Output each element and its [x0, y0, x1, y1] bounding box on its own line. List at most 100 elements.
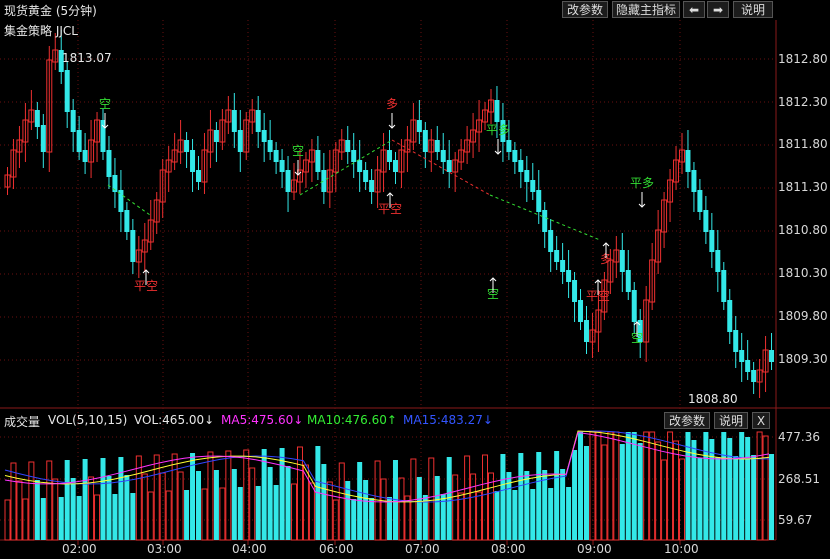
candle-body	[619, 250, 625, 272]
y-axis-label: 1812.80	[778, 52, 828, 66]
candle-body	[703, 210, 709, 232]
candle-body	[745, 360, 751, 372]
volume-bar	[703, 432, 709, 540]
volume-bar	[118, 457, 124, 540]
volume-bar	[691, 440, 697, 540]
volume-bar	[201, 488, 208, 541]
volume-bar	[219, 487, 226, 541]
y-axis-label: 1811.30	[778, 180, 828, 194]
volume-bar	[196, 471, 202, 540]
candle-body	[548, 230, 554, 252]
trade-signal-label: 空	[99, 97, 111, 111]
volume-bar	[285, 466, 291, 540]
volume-bar	[34, 480, 40, 540]
volume-bar	[40, 498, 46, 540]
candle-body	[184, 140, 190, 152]
volume-bar	[715, 457, 721, 540]
candle-body	[369, 180, 375, 192]
candle-body	[255, 110, 261, 132]
volume-bar	[494, 491, 500, 540]
candle-body	[691, 170, 697, 192]
volume-bar	[267, 467, 273, 540]
volume-bar	[165, 490, 172, 541]
ma15-value: MA15:483.27↓	[403, 413, 493, 427]
volume-bar	[578, 432, 584, 540]
x-axis-label: 10:00	[664, 542, 699, 556]
candle-body	[345, 140, 351, 152]
candle-body	[363, 170, 369, 182]
volume-bar	[291, 483, 298, 541]
price-chart[interactable]: 空平空空平空多平多空 平空多平多空	[0, 0, 830, 559]
candle-body	[40, 125, 46, 152]
volume-bar	[601, 444, 608, 541]
volume-bar	[332, 499, 339, 541]
volume-bar	[28, 461, 35, 541]
candle-body	[769, 350, 775, 362]
volume-bar	[678, 458, 685, 541]
candle-body	[196, 170, 202, 182]
volume-modify-params-button[interactable]: 改参数	[664, 412, 710, 429]
candle-body	[721, 270, 727, 302]
candle-body	[530, 180, 536, 192]
volume-close-button[interactable]: X	[752, 412, 770, 429]
volume-bar	[518, 453, 524, 540]
volume-bar	[207, 451, 214, 541]
volume-bar	[308, 482, 315, 541]
candle-body	[130, 230, 136, 262]
volume-bar	[243, 449, 250, 541]
candle-body	[76, 130, 82, 152]
volume-help-button[interactable]: 说明	[714, 412, 748, 429]
volume-panel-header: 成交量 VOL(5,10,15) VOL:465.00↓ MA5:475.60↓…	[0, 411, 776, 429]
candle-body	[321, 170, 327, 192]
candle-body	[213, 130, 219, 142]
volume-bar	[112, 494, 118, 540]
volume-bar	[727, 438, 733, 540]
volume-bar	[745, 437, 751, 540]
candle-body	[422, 130, 428, 152]
volume-bar	[16, 480, 23, 541]
x-axis-label: 02:00	[62, 542, 97, 556]
volume-bar	[458, 492, 465, 541]
volume-bar	[530, 489, 536, 540]
volume-bar	[10, 462, 17, 541]
candle-body	[70, 110, 76, 132]
candle-body	[494, 100, 500, 122]
volume-bar	[536, 452, 542, 540]
volume-title: 成交量	[4, 415, 41, 429]
candle-body	[106, 150, 112, 177]
volume-bar	[512, 490, 518, 540]
volume-bar	[572, 450, 578, 540]
volume-bar	[751, 455, 757, 540]
x-axis-label: 06:00	[319, 542, 354, 556]
volume-bar	[106, 476, 112, 540]
volume-bar	[583, 446, 589, 540]
candle-body	[697, 190, 703, 212]
volume-bar	[22, 498, 29, 541]
volume-bar	[655, 441, 662, 541]
candle-body	[261, 130, 267, 142]
candle-body	[739, 350, 745, 362]
x-axis-label: 04:00	[232, 542, 267, 556]
y-axis-label: 1809.80	[778, 309, 828, 323]
candle-body	[357, 160, 363, 172]
candle-body	[631, 290, 637, 322]
trade-signal-label: 平多	[486, 123, 510, 137]
candle-body	[583, 320, 589, 342]
volume-y-axis-label: 268.51	[778, 472, 820, 486]
candle-body	[231, 110, 237, 132]
volume-bar	[697, 458, 703, 540]
candle-body	[542, 210, 548, 232]
volume-bar	[560, 469, 566, 540]
volume-bar	[338, 462, 345, 541]
volume-bar	[213, 470, 219, 540]
strategy-label: 集金策略 JJCL	[4, 24, 78, 38]
volume-bar	[619, 444, 625, 540]
volume-bar	[434, 476, 440, 540]
volume-bar	[177, 471, 184, 541]
y-axis-label: 1812.30	[778, 95, 828, 109]
x-axis-label: 07:00	[405, 542, 440, 556]
volume-bar	[64, 460, 70, 540]
volume-bar	[446, 457, 452, 540]
volume-bar	[153, 454, 160, 541]
volume-bar	[739, 432, 745, 540]
